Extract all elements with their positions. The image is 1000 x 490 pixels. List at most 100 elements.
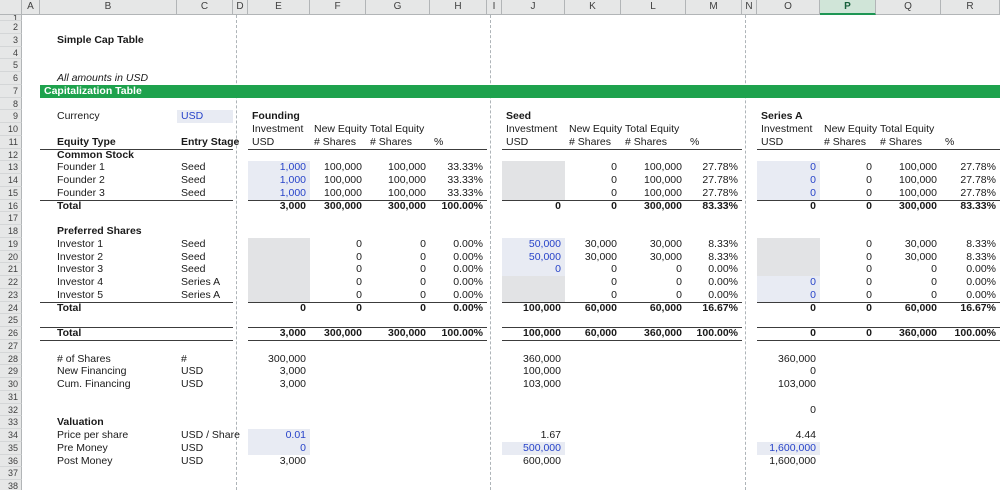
cell-C21[interactable]: Seed xyxy=(177,263,233,276)
cell-H20[interactable]: 0.00% xyxy=(430,251,487,264)
cell-E19[interactable] xyxy=(248,237,310,251)
cell-C29[interactable]: USD xyxy=(177,365,233,378)
column-header-M[interactable]: M xyxy=(686,0,742,15)
cell-O23[interactable]: 0 xyxy=(757,288,820,302)
cell-K19[interactable]: 30,000 xyxy=(565,238,621,251)
row-header-33[interactable]: 33 xyxy=(0,416,22,429)
cell-B33[interactable]: Valuation xyxy=(40,416,177,429)
cell-H13[interactable]: 33.33% xyxy=(430,161,487,174)
cell-B22[interactable]: Investor 4 xyxy=(40,276,177,289)
cell-E22[interactable] xyxy=(248,276,310,289)
cell-L20[interactable]: 30,000 xyxy=(621,251,686,264)
row-header-37[interactable]: 37 xyxy=(0,467,22,480)
cell-Q23[interactable]: 0 xyxy=(876,289,941,302)
cell-C20[interactable]: Seed xyxy=(177,251,233,264)
cell-P16[interactable]: 0 xyxy=(820,200,876,213)
column-header-I[interactable]: I xyxy=(487,0,502,15)
cell-B36[interactable]: Post Money xyxy=(40,455,177,468)
cell-O21[interactable] xyxy=(757,263,820,276)
cell-K20[interactable]: 30,000 xyxy=(565,251,621,264)
column-header-F[interactable]: F xyxy=(310,0,366,15)
cell-G13[interactable]: 100,000 xyxy=(366,161,430,174)
cell-E20[interactable] xyxy=(248,250,310,264)
capitalization-table-banner[interactable]: Capitalization Table xyxy=(40,84,1000,98)
cell-J28[interactable]: 360,000 xyxy=(502,353,565,366)
cell-B16[interactable]: Total xyxy=(40,200,177,213)
cell-G15[interactable]: 100,000 xyxy=(366,187,430,200)
cell-Q20[interactable]: 30,000 xyxy=(876,251,941,264)
cell-O36[interactable]: 1,600,000 xyxy=(757,455,820,468)
cell-H15[interactable]: 33.33% xyxy=(430,187,487,200)
cell-M23[interactable]: 0.00% xyxy=(686,289,742,302)
row-header-36[interactable]: 36 xyxy=(0,454,22,468)
cell-P21[interactable]: 0 xyxy=(820,263,876,276)
cell-G19[interactable]: 0 xyxy=(366,238,430,251)
cell-E28[interactable]: 300,000 xyxy=(248,353,310,366)
cell-B35[interactable]: Pre Money xyxy=(40,442,177,455)
row-header-34[interactable]: 34 xyxy=(0,429,22,442)
cell-L10[interactable]: Total Equity xyxy=(621,123,686,136)
cell-L24[interactable]: 60,000 xyxy=(621,302,686,315)
cell-M26[interactable]: 100.00% xyxy=(686,327,742,340)
cell-K15[interactable]: 0 xyxy=(565,187,621,200)
cell-F13[interactable]: 100,000 xyxy=(310,161,366,174)
row-header-2[interactable]: 2 xyxy=(0,21,22,34)
cell-B14[interactable]: Founder 2 xyxy=(40,174,177,187)
row-header-22[interactable]: 22 xyxy=(0,276,22,289)
cell-K14[interactable]: 0 xyxy=(565,174,621,187)
cell-K11[interactable]: # Shares xyxy=(565,136,621,149)
cell-R15[interactable]: 27.78% xyxy=(941,187,1000,200)
row-header-11[interactable]: 11 xyxy=(0,135,22,149)
cell-L23[interactable]: 0 xyxy=(621,289,686,302)
column-header-J[interactable]: J xyxy=(502,0,565,15)
cell-L19[interactable]: 30,000 xyxy=(621,238,686,251)
cell-J26[interactable]: 100,000 xyxy=(502,327,565,340)
cell-L22[interactable]: 0 xyxy=(621,276,686,289)
cell-B13[interactable]: Founder 1 xyxy=(40,161,177,174)
cell-O29[interactable]: 0 xyxy=(757,365,820,378)
cell-H19[interactable]: 0.00% xyxy=(430,238,487,251)
row-header-32[interactable]: 32 xyxy=(0,403,22,417)
row-header-17[interactable]: 17 xyxy=(0,212,22,225)
cell-C22[interactable]: Series A xyxy=(177,276,233,289)
cell-F14[interactable]: 100,000 xyxy=(310,174,366,187)
cell-R21[interactable]: 0.00% xyxy=(941,263,1000,276)
cell-E10[interactable]: Investment xyxy=(248,123,310,136)
cell-Q13[interactable]: 100,000 xyxy=(876,161,941,174)
cell-H14[interactable]: 33.33% xyxy=(430,174,487,187)
cell-C13[interactable]: Seed xyxy=(177,161,233,174)
cell-L11[interactable]: # Shares xyxy=(621,136,686,149)
cell-G16[interactable]: 300,000 xyxy=(366,200,430,213)
cell-R23[interactable]: 0.00% xyxy=(941,289,1000,302)
cell-F20[interactable]: 0 xyxy=(310,251,366,264)
cell-O26[interactable]: 0 xyxy=(757,327,820,340)
cell-J22[interactable] xyxy=(502,276,565,289)
row-header-10[interactable]: 10 xyxy=(0,123,22,136)
cell-M16[interactable]: 83.33% xyxy=(686,200,742,213)
cell-K10[interactable]: New Equity xyxy=(565,123,622,136)
cell-R14[interactable]: 27.78% xyxy=(941,174,1000,187)
cell-O35[interactable]: 1,600,000 xyxy=(757,441,820,455)
cell-M19[interactable]: 8.33% xyxy=(686,238,742,251)
cell-J14[interactable] xyxy=(502,174,565,187)
cell-J13[interactable] xyxy=(502,161,565,174)
cell-M24[interactable]: 16.67% xyxy=(686,302,742,315)
cell-J36[interactable]: 600,000 xyxy=(502,455,565,468)
cell-E36[interactable]: 3,000 xyxy=(248,455,310,468)
cell-F15[interactable]: 100,000 xyxy=(310,187,366,200)
row-header-13[interactable]: 13 xyxy=(0,161,22,174)
cell-O28[interactable]: 360,000 xyxy=(757,353,820,366)
cell-E9[interactable]: Founding xyxy=(248,110,310,123)
cell-F23[interactable]: 0 xyxy=(310,289,366,302)
cell-C15[interactable]: Seed xyxy=(177,187,233,200)
cell-G10[interactable]: Total Equity xyxy=(366,123,430,136)
row-header-9[interactable]: 9 xyxy=(0,110,22,123)
cell-J29[interactable]: 100,000 xyxy=(502,365,565,378)
cell-E26[interactable]: 3,000 xyxy=(248,327,310,340)
cell-R20[interactable]: 8.33% xyxy=(941,251,1000,264)
row-header-4[interactable]: 4 xyxy=(0,46,22,60)
cell-Q26[interactable]: 360,000 xyxy=(876,327,941,340)
cell-J19[interactable]: 50,000 xyxy=(502,237,565,251)
cell-K13[interactable]: 0 xyxy=(565,161,621,174)
row-header-30[interactable]: 30 xyxy=(0,378,22,391)
